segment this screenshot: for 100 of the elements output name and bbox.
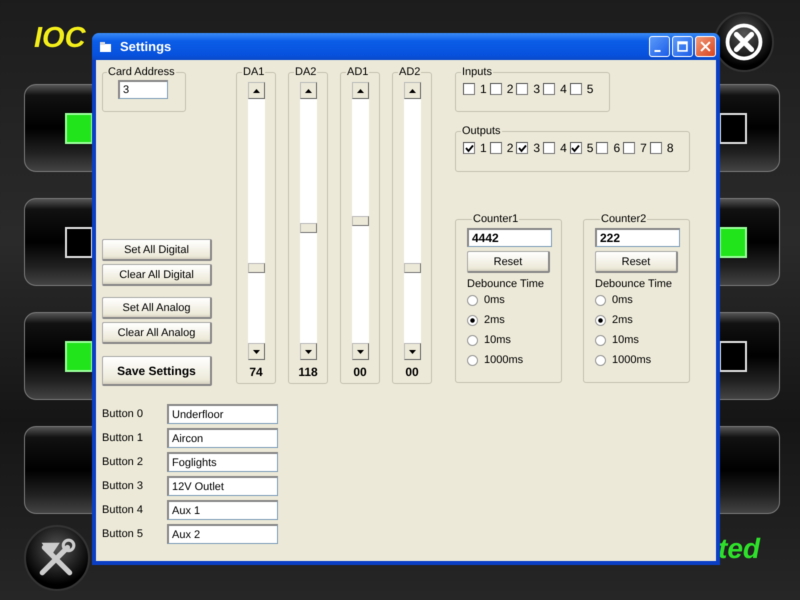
up-arrow-icon — [252, 88, 260, 92]
group-label: DA1 — [242, 66, 266, 78]
scrollbar[interactable] — [300, 82, 316, 360]
button-name-label: Button 4 — [102, 504, 144, 516]
checkbox-label: 4 — [560, 141, 567, 155]
group-label: AD1 — [346, 66, 370, 78]
radio-button[interactable] — [467, 334, 478, 346]
scrollbar[interactable] — [404, 82, 420, 360]
reset-button[interactable]: Reset — [595, 251, 678, 273]
scroll-down-button[interactable] — [248, 343, 264, 360]
group-label: Counter1 — [472, 213, 520, 225]
checkbox-label: 7 — [640, 141, 647, 155]
checkbox-label: 3 — [533, 141, 540, 155]
checkbox-label: 1 — [480, 82, 487, 96]
scroll-up-button[interactable] — [404, 82, 420, 99]
checkbox[interactable] — [543, 83, 556, 95]
save-settings-button[interactable]: Save Settings — [102, 356, 212, 386]
checkbox[interactable] — [490, 142, 502, 154]
scrollbar-thumb[interactable] — [404, 262, 420, 273]
button-name-field[interactable]: Underfloor — [167, 404, 278, 424]
scrollbar[interactable] — [248, 82, 264, 360]
checkbox-label: 8 — [666, 141, 674, 155]
debounce-label: Debounce Time — [467, 278, 546, 290]
down-arrow-icon — [252, 350, 260, 354]
radio-button[interactable] — [595, 314, 606, 326]
group-label: AD2 — [398, 66, 422, 78]
radio-label: 10ms — [484, 334, 511, 346]
button-name-field[interactable]: Aux 2 — [167, 524, 278, 544]
button-name-field[interactable]: Foglights — [167, 452, 278, 472]
up-arrow-icon — [356, 88, 364, 92]
button-name-field[interactable]: Aircon — [167, 428, 278, 448]
checkbox[interactable] — [570, 142, 582, 154]
down-arrow-icon — [304, 350, 312, 354]
slider-value: 00 — [353, 365, 367, 379]
button-name-field[interactable]: 12V Outlet — [167, 476, 278, 496]
scroll-up-button[interactable] — [352, 82, 368, 99]
action-button[interactable]: Clear All Digital — [102, 264, 212, 286]
scrollbar[interactable] — [352, 82, 368, 360]
action-button[interactable]: Set All Digital — [102, 239, 212, 261]
scroll-down-button[interactable] — [352, 343, 368, 360]
card-address-field[interactable]: 3 — [118, 80, 168, 99]
scrollbar-thumb[interactable] — [248, 262, 264, 273]
scroll-down-button[interactable] — [404, 343, 420, 360]
scroll-up-button[interactable] — [248, 82, 264, 99]
checkbox-label: 6 — [613, 141, 620, 155]
radio-label: 2ms — [484, 314, 505, 326]
button-name-label: Button 1 — [102, 432, 144, 444]
counter-field[interactable]: 4442 — [467, 228, 552, 247]
window-title: Settings — [120, 39, 172, 54]
radio-button[interactable] — [595, 354, 606, 366]
group-label: Inputs — [461, 66, 493, 78]
radio-label: 10ms — [612, 334, 639, 346]
group-label: Card Address — [107, 66, 176, 78]
maximize-button[interactable] — [672, 36, 693, 57]
radio-button[interactable] — [595, 334, 606, 346]
window-icon — [100, 42, 112, 52]
checkbox[interactable] — [596, 142, 608, 154]
group-label: Outputs — [461, 125, 502, 137]
minimize-button[interactable] — [649, 36, 670, 57]
radio-label: 0ms — [612, 294, 633, 306]
reset-button[interactable]: Reset — [467, 251, 550, 273]
checkbox-label: 5 — [586, 82, 594, 96]
close-icon — [700, 41, 711, 52]
checkbox-label: 3 — [533, 82, 540, 96]
down-arrow-icon — [356, 350, 364, 354]
checkbox[interactable] — [463, 83, 475, 95]
app-logo-text: IOC — [34, 22, 86, 55]
action-button[interactable]: Set All Analog — [102, 297, 212, 319]
group-label: DA2 — [294, 66, 318, 78]
counter-field[interactable]: 222 — [595, 228, 680, 247]
radio-label: 1000ms — [484, 354, 524, 366]
checkbox-label: 2 — [506, 141, 514, 155]
checkbox[interactable] — [490, 83, 502, 95]
scrollbar-thumb[interactable] — [352, 216, 368, 226]
scrollbar-thumb[interactable] — [300, 223, 316, 234]
checkbox[interactable] — [650, 142, 662, 154]
minimize-icon — [654, 50, 660, 52]
button-name-label: Button 0 — [102, 408, 144, 420]
radio-label: 2ms — [612, 314, 633, 326]
checkbox[interactable] — [543, 142, 556, 154]
checkbox[interactable] — [623, 142, 636, 154]
close-icon — [725, 23, 763, 61]
radio-button[interactable] — [467, 294, 478, 306]
radio-button[interactable] — [467, 354, 478, 366]
checkbox[interactable] — [516, 142, 528, 154]
checkbox[interactable] — [570, 83, 582, 95]
connection-status-text: ted — [718, 533, 760, 565]
checkbox[interactable] — [516, 83, 528, 95]
checkbox[interactable] — [463, 142, 475, 154]
scroll-up-button[interactable] — [300, 82, 316, 99]
action-button[interactable]: Clear All Analog — [102, 322, 212, 344]
button-name-field[interactable]: Aux 1 — [167, 500, 278, 520]
radio-button[interactable] — [467, 314, 478, 326]
radio-button[interactable] — [595, 294, 606, 306]
down-arrow-icon — [408, 350, 416, 354]
checkbox-label: 2 — [506, 82, 514, 96]
up-arrow-icon — [304, 88, 312, 92]
scroll-down-button[interactable] — [300, 343, 316, 360]
debounce-label: Debounce Time — [595, 278, 674, 290]
checkbox-label: 4 — [560, 82, 567, 96]
